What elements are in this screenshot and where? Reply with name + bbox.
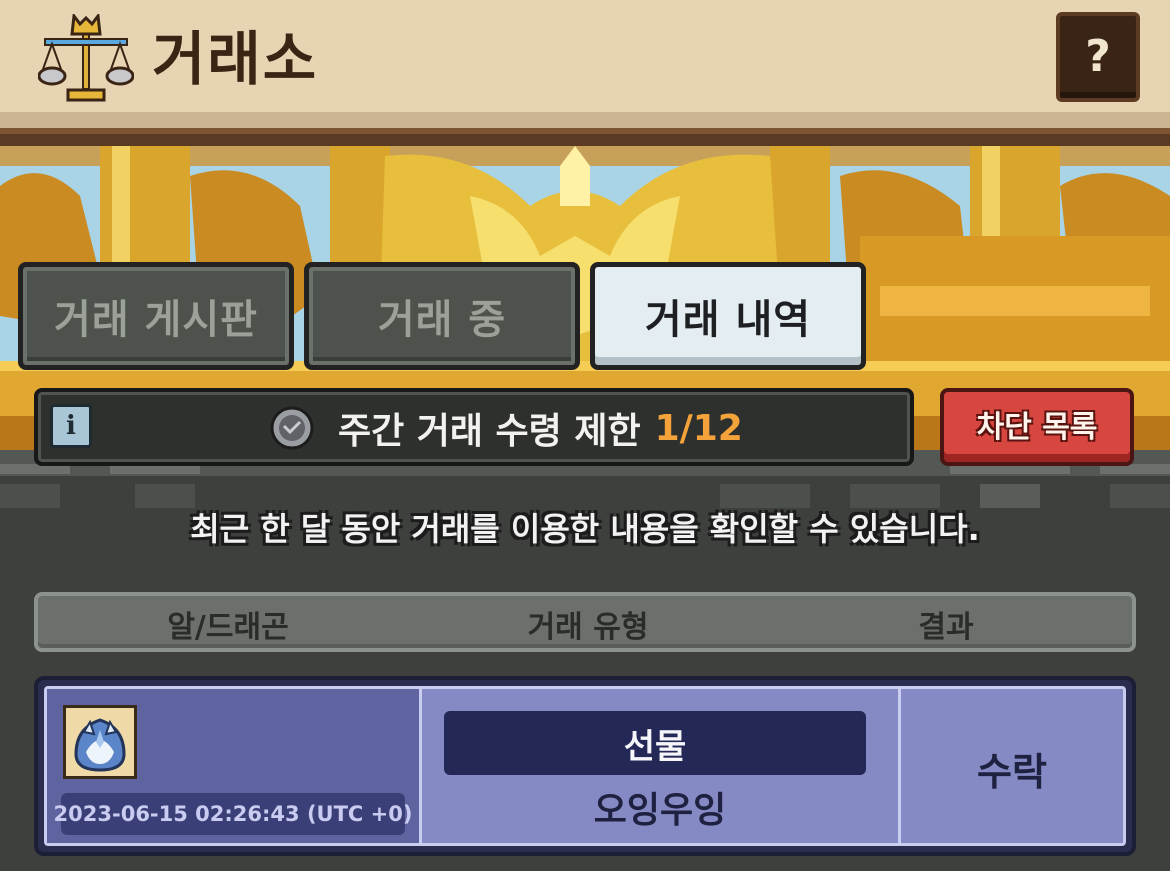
header-shadow <box>0 112 1170 128</box>
column-header-egg-dragon: 알/드래곤 <box>167 610 289 645</box>
trade-result: 수락 <box>977 750 1047 794</box>
item-thumbnail[interactable] <box>63 705 137 779</box>
question-icon: ? <box>1085 31 1111 82</box>
limit-label: 주간 거래 수령 제한 <box>338 411 641 452</box>
medal-icon <box>270 406 314 450</box>
tab-trade-board[interactable]: 거래 게시판 <box>18 262 294 370</box>
column-header-trade-type: 거래 유형 <box>527 610 649 645</box>
trade-type-cell: 선물 오잉우잉 <box>419 689 901 843</box>
tab-trade-history[interactable]: 거래 내역 <box>590 262 866 370</box>
header-edge-highlight <box>0 128 1170 134</box>
item-cell: 2023-06-15 02:26:43 (UTC +0) <box>47 689 419 843</box>
page-title: 거래소 <box>152 25 319 93</box>
weekly-limit-text: 주간 거래 수령 제한 1/12 <box>338 404 743 453</box>
egg-icon <box>74 718 126 772</box>
trade-partner-name: 오잉우잉 <box>593 790 727 831</box>
trade-timestamp: 2023-06-15 02:26:43 (UTC +0) <box>54 793 412 835</box>
history-description: 최근 한 달 동안 거래를 이용한 내용을 확인할 수 있습니다. <box>190 510 980 548</box>
result-cell: 수락 <box>901 689 1123 843</box>
table-header: 알/드래곤 거래 유형 결과 <box>34 592 1136 652</box>
tab-label: 거래 게시판 <box>54 297 258 343</box>
info-icon[interactable]: i <box>50 404 92 448</box>
tab-label: 거래 중 <box>377 297 507 343</box>
block-list-button[interactable]: 차단 목록 <box>940 388 1134 466</box>
block-list-label: 차단 목록 <box>976 410 1098 445</box>
row-inner: 2023-06-15 02:26:43 (UTC +0) 선물 오잉우잉 수락 <box>44 686 1126 846</box>
scales-icon <box>38 14 134 102</box>
tab-trading[interactable]: 거래 중 <box>304 262 580 370</box>
help-button[interactable]: ? <box>1056 12 1140 102</box>
limit-count: 1/12 <box>654 407 743 449</box>
weekly-limit-bar: i 주간 거래 수령 제한 1/12 <box>34 388 914 466</box>
trade-type-badge: 선물 <box>444 711 866 775</box>
top-header: 거래소 ? <box>0 0 1170 112</box>
table-row[interactable]: 2023-06-15 02:26:43 (UTC +0) 선물 오잉우잉 수락 <box>34 676 1136 856</box>
column-header-result: 결과 <box>918 610 974 645</box>
tab-label: 거래 내역 <box>644 297 812 343</box>
